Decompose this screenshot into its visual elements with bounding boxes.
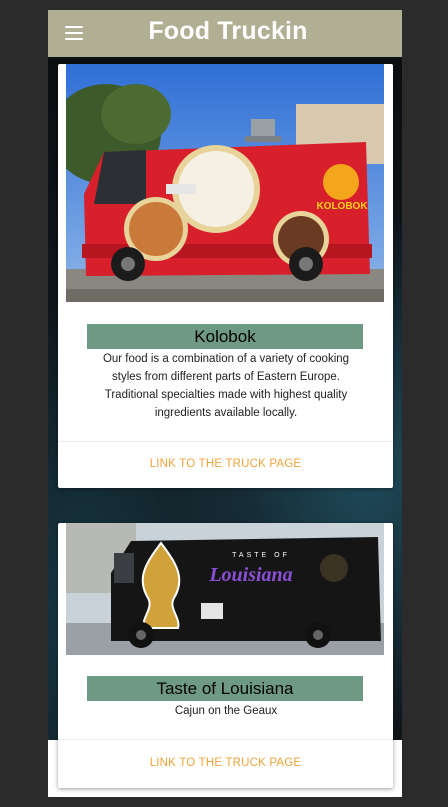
truck-name: Kolobok (87, 324, 363, 349)
truck-description: Our food is a combination of a variety o… (102, 353, 350, 419)
truck-card: TASTE OF Louisiana Taste of Louisiana Ca… (58, 523, 393, 788)
truck-photo: KOLOBOK (66, 64, 384, 302)
truck-logo-text: KOLOBOK (316, 201, 368, 212)
card-divider (58, 739, 393, 740)
truck-page-link[interactable]: LINK TO THE TRUCK PAGE (58, 757, 393, 769)
card-divider (58, 441, 393, 442)
app-title: Food Truckin (148, 17, 308, 45)
top-app-bar: Food Truckin (48, 10, 402, 57)
truck-logo-text: Louisiana (208, 564, 292, 586)
truck-name: Taste of Louisiana (87, 676, 363, 701)
app-frame: Food Truckin KOLOBOK Kolobok Our food is… (48, 10, 402, 797)
truck-page-link[interactable]: LINK TO THE TRUCK PAGE (58, 458, 393, 470)
truck-photo: TASTE OF Louisiana (66, 523, 384, 655)
truck-description: Cajun on the Geaux (174, 705, 278, 717)
truck-card: KOLOBOK Kolobok Our food is a combinatio… (58, 64, 393, 488)
truck-logo-small-text: TASTE OF (232, 552, 290, 559)
